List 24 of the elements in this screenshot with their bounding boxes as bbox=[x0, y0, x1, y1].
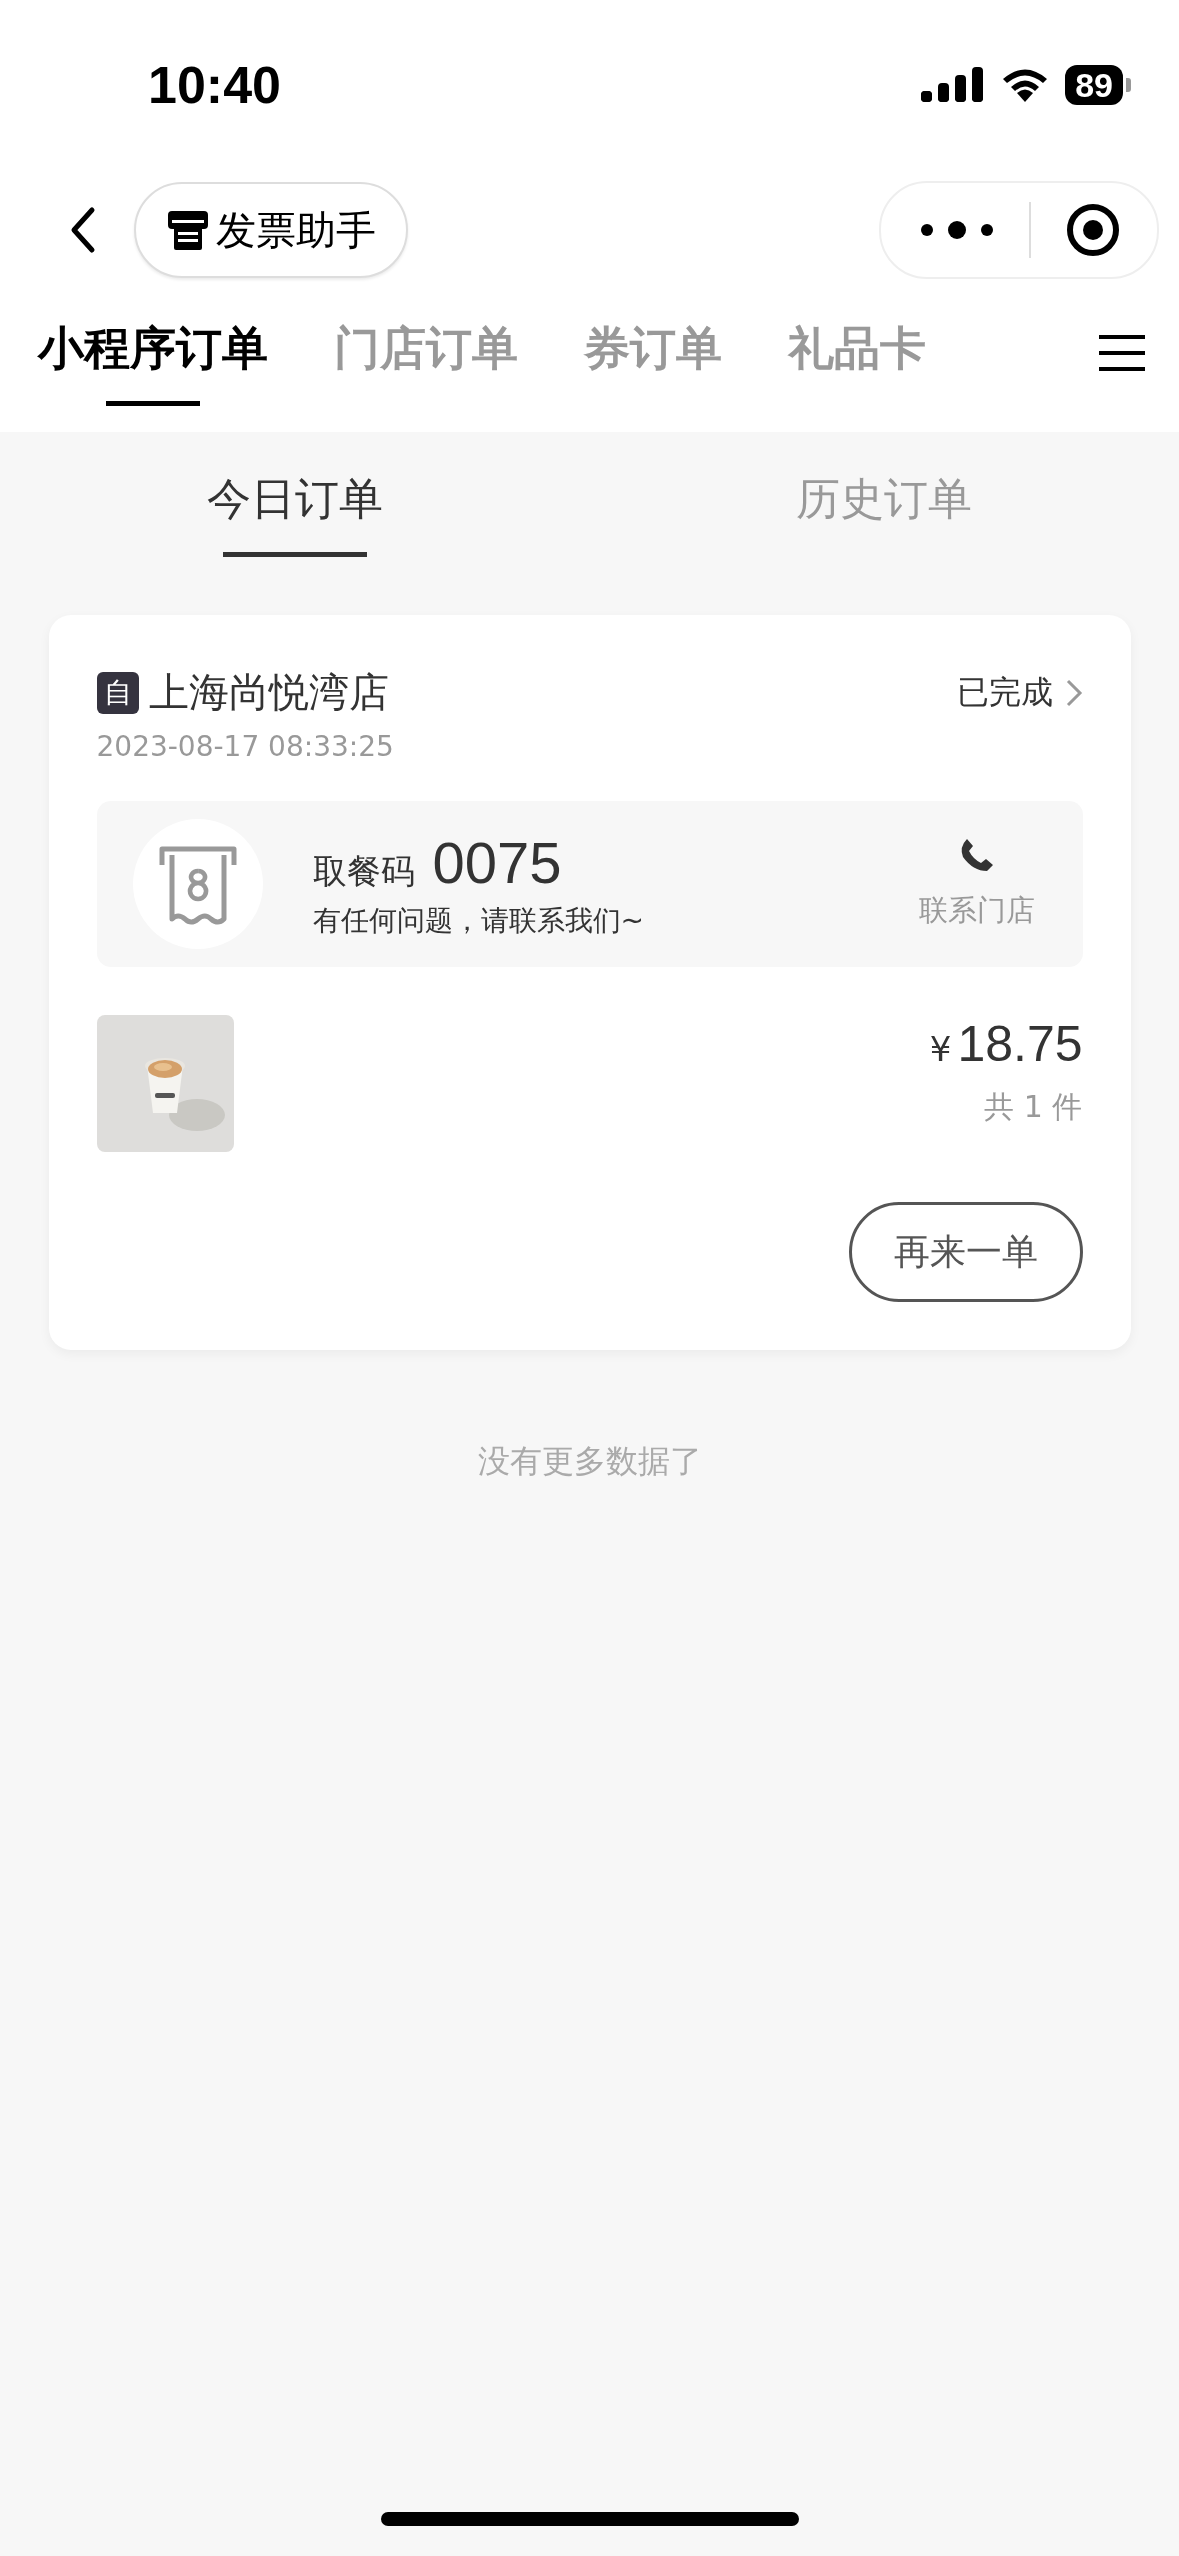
battery-tip-icon bbox=[1126, 78, 1131, 92]
date-tab[interactable]: 今日订单 bbox=[0, 432, 590, 557]
item-count: 共 1 件 bbox=[984, 1088, 1083, 1126]
more-icon[interactable] bbox=[919, 220, 995, 240]
store-name: 上海尚悦湾店 bbox=[148, 668, 389, 717]
pickup-code: 0075 bbox=[432, 828, 562, 896]
help-text: 有任何问题，请联系我们~ bbox=[312, 902, 645, 939]
self-pickup-badge: 自 bbox=[96, 671, 139, 714]
close-target-icon[interactable] bbox=[1065, 202, 1121, 258]
printer-icon bbox=[166, 208, 210, 252]
status-time: 10:40 bbox=[148, 55, 281, 115]
invoice-assistant-button[interactable]: 发票助手 bbox=[134, 182, 408, 278]
order-time: 2023-08-17 08:33:25 bbox=[96, 730, 395, 763]
order-status-link[interactable]: 已完成 bbox=[956, 670, 1083, 715]
signal-icon bbox=[921, 65, 986, 105]
order-price: 18.75 bbox=[957, 1015, 1083, 1073]
order-tab[interactable]: 小程序订单 bbox=[38, 318, 268, 406]
no-more-data-text: 没有更多数据了 bbox=[477, 1441, 702, 1482]
battery-level: 89 bbox=[1065, 65, 1123, 105]
menu-icon[interactable] bbox=[1099, 334, 1145, 372]
pickup-code-label: 取餐码 bbox=[312, 849, 415, 893]
reorder-button[interactable]: 再来一单 bbox=[848, 1202, 1083, 1302]
chevron-icon bbox=[1064, 677, 1083, 708]
currency-symbol: ¥ bbox=[929, 1029, 952, 1069]
